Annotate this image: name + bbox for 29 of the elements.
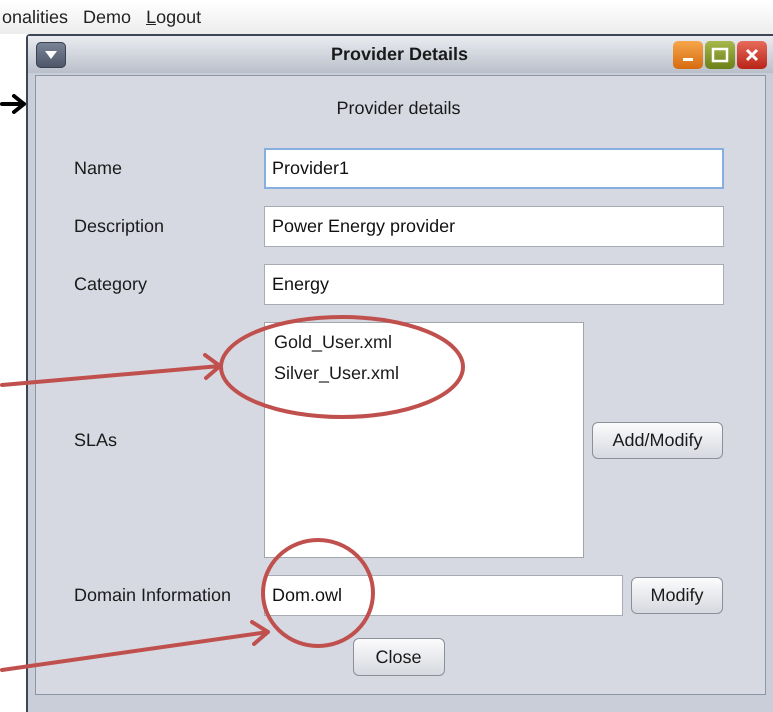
minimize-button[interactable] bbox=[673, 40, 703, 68]
field-label: Category bbox=[74, 274, 148, 295]
menu-item[interactable]: onalities bbox=[2, 6, 68, 28]
modify-button[interactable]: Modify bbox=[631, 577, 723, 614]
annotation-arrow bbox=[0, 94, 26, 114]
text-field[interactable]: Provider1 bbox=[264, 148, 724, 189]
text-field[interactable]: Power Energy provider bbox=[264, 206, 724, 247]
text-field[interactable]: Energy bbox=[264, 264, 724, 305]
caret-icon bbox=[44, 50, 58, 60]
menu-item[interactable]: Logout bbox=[146, 6, 202, 28]
close-button[interactable]: Close bbox=[352, 638, 444, 676]
field-label: SLAs bbox=[74, 430, 118, 450]
field-label: Name bbox=[74, 158, 124, 179]
close-icon bbox=[744, 46, 760, 62]
maximize-icon bbox=[711, 46, 729, 62]
add-modify-button[interactable]: Add/Modify bbox=[592, 422, 723, 458]
system-menu-button[interactable] bbox=[36, 42, 66, 68]
minimize-icon bbox=[683, 58, 693, 61]
list-item[interactable]: Gold_User.xml bbox=[265, 327, 583, 358]
text-field[interactable]: Dom.owl bbox=[264, 575, 623, 616]
field-label: Domain Information bbox=[74, 585, 232, 606]
window-title: Provider Details bbox=[330, 44, 470, 65]
form-heading: Provider details bbox=[335, 97, 462, 120]
close-window-button[interactable] bbox=[737, 40, 767, 68]
list-item[interactable]: Silver_User.xml bbox=[265, 358, 583, 389]
maximize-button[interactable] bbox=[705, 40, 735, 68]
sla-list[interactable]: Gold_User.xml Silver_User.xml bbox=[264, 322, 584, 558]
menu-item[interactable]: Demo bbox=[83, 6, 132, 28]
field-label: Description bbox=[74, 216, 166, 237]
